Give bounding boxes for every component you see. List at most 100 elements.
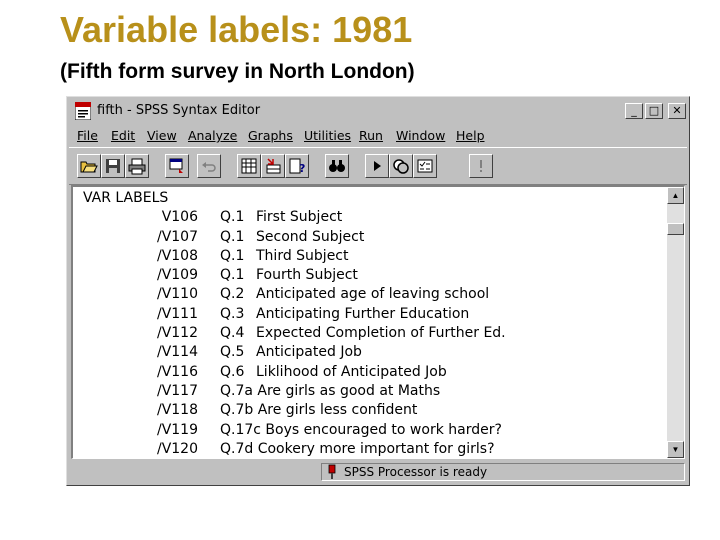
goto-data-icon <box>241 158 257 174</box>
question-number: Q.1 <box>220 209 245 226</box>
syntax-line: /V116 Q.6 Liklihood of Anticipated Job <box>83 363 447 382</box>
syntax-line: /V108 Q.1 Third Subject <box>83 247 349 266</box>
run-icon <box>374 161 381 171</box>
menu-help[interactable]: Help <box>456 128 485 143</box>
slide-title: Variable labels: 1981 <box>60 9 413 50</box>
question-number: Q.3 <box>220 305 245 322</box>
toolbar: ? <box>69 147 687 185</box>
variable-label: Q.7b Are girls less confident <box>220 402 418 419</box>
menu-edit[interactable]: Edit <box>111 128 135 143</box>
variable-label: Q.17c Boys encouraged to work harder? <box>220 421 502 438</box>
undo-button[interactable] <box>197 154 221 178</box>
variable-name: /V116 <box>156 363 198 380</box>
status-pane: SPSS Processor is ready <box>321 463 685 481</box>
minimize-button[interactable]: _ <box>625 103 643 119</box>
syntax-line: /V111 Q.3 Anticipating Further Education <box>83 305 469 324</box>
variable-name: /V119 <box>156 421 198 438</box>
variable-label: Second Subject <box>256 228 365 245</box>
menu-analyze[interactable]: Analyze <box>188 128 237 143</box>
variable-name: V106 <box>161 209 198 226</box>
menu-file[interactable]: File <box>77 128 98 143</box>
syntax-line: /V110 Q.2 Anticipated age of leaving schoo… <box>83 285 489 304</box>
syntax-line: /V114 Q.5 Anticipated Job <box>83 343 362 362</box>
syntax-text: VAR LABELS V106 Q.1 First Subject/V107 Q.1 S… <box>83 189 506 458</box>
menu-bar: File Edit View Analyze Graphs Utilities … <box>69 125 687 147</box>
syntax-line: /V107 Q.1 Second Subject <box>83 228 364 247</box>
question-number: Q.5 <box>220 344 245 361</box>
question-number: Q.4 <box>220 325 245 342</box>
question-number: Q.1 <box>220 228 245 245</box>
syntax-line: /V117 Q.7a Are girls as good at Maths <box>83 382 440 401</box>
variable-label: Expected Completion of Further Ed. <box>256 325 506 342</box>
find-button[interactable] <box>325 154 349 178</box>
variable-name: /V108 <box>156 247 198 264</box>
processor-status-icon <box>328 464 336 479</box>
scroll-thumb[interactable] <box>667 223 684 235</box>
print-button[interactable] <box>125 154 149 178</box>
scroll-up-button[interactable]: ▲ <box>667 187 684 204</box>
variable-name: /V118 <box>156 402 198 419</box>
syntax-line: V106 Q.1 First Subject <box>83 208 343 227</box>
vertical-scrollbar[interactable]: ▲ ▼ <box>667 187 684 458</box>
syntax-line: /V112 Q.4 Expected Completion of Further E… <box>83 324 506 343</box>
syntax-editor[interactable]: VAR LABELS V106 Q.1 First Subject/V107 Q.1 S… <box>71 185 685 459</box>
goto-data-button[interactable] <box>237 154 261 178</box>
open-button[interactable] <box>77 154 101 178</box>
svg-text:?: ? <box>299 162 305 175</box>
dialog-recall-button[interactable] <box>165 154 189 178</box>
open-icon <box>80 161 98 173</box>
run-button[interactable] <box>365 154 389 178</box>
question-number: Q.1 <box>220 267 245 284</box>
goto-case-button[interactable] <box>261 154 285 178</box>
find-icon <box>329 160 345 172</box>
save-button[interactable] <box>101 154 125 178</box>
select-cases-icon <box>417 159 433 173</box>
menu-graphs[interactable]: Graphs <box>248 128 293 143</box>
goto-case-icon <box>266 158 281 174</box>
status-text: SPSS Processor is ready <box>344 465 488 479</box>
variable-label: Liklihood of Anticipated Job <box>256 363 447 380</box>
close-button[interactable]: ✕ <box>668 103 686 119</box>
variable-name: /V107 <box>156 228 198 245</box>
variable-label: Q.7d Cookery more important for girls? <box>220 440 495 457</box>
help-button[interactable] <box>469 154 493 178</box>
variable-label: Q.7a Are girls as good at Maths <box>220 382 441 399</box>
variable-label: Fourth Subject <box>256 267 358 284</box>
select-cases-button[interactable] <box>413 154 437 178</box>
print-icon <box>128 158 146 175</box>
menu-window[interactable]: Window <box>396 128 445 143</box>
question-number: Q.1 <box>220 247 245 264</box>
variable-label: First Subject <box>256 209 343 226</box>
variable-name: /V110 <box>156 286 198 303</box>
question-number: Q.6 <box>220 363 245 380</box>
use-sets-button[interactable] <box>389 154 413 178</box>
help-icon <box>480 160 482 172</box>
syntax-line: /V118 Q.7b Are girls less confident <box>83 401 417 420</box>
use-sets-icon <box>393 159 409 174</box>
question-number: Q.2 <box>220 286 245 303</box>
variable-name: /V114 <box>156 344 198 361</box>
menu-run[interactable]: Run <box>359 128 383 143</box>
variables-button[interactable]: ? <box>285 154 309 178</box>
window-title: fifth - SPSS Syntax Editor <box>97 103 261 118</box>
variable-label: Anticipated age of leaving school <box>256 286 490 303</box>
syntax-line: /V120 Q.7d Cookery more important for gir… <box>83 440 495 458</box>
status-bar: SPSS Processor is ready <box>69 461 687 483</box>
syntax-line: /V109 Q.1 Fourth Subject <box>83 266 358 285</box>
scroll-down-button[interactable]: ▼ <box>667 441 684 458</box>
maximize-button[interactable]: □ <box>645 103 663 119</box>
variable-name: /V109 <box>156 267 198 284</box>
variables-icon: ? <box>289 158 305 175</box>
dialog-recall-icon <box>169 158 183 173</box>
slide-subtitle: (Fifth form survey in North London) <box>60 60 415 83</box>
variable-label: Anticipated Job <box>256 344 362 361</box>
variable-name: /V117 <box>156 382 198 399</box>
menu-view[interactable]: View <box>147 128 177 143</box>
menu-utilities[interactable]: Utilities <box>304 128 351 143</box>
var-labels-command: VAR LABELS <box>83 190 169 206</box>
spss-syntax-editor-window: fifth - SPSS Syntax Editor _ □ ✕ File Ed… <box>66 96 690 486</box>
variable-name: /V111 <box>156 305 198 322</box>
window-titlebar[interactable]: fifth - SPSS Syntax Editor _ □ ✕ <box>69 99 687 125</box>
syntax-line: /V119 Q.17c Boys encouraged to work harde… <box>83 421 502 440</box>
variable-name: /V112 <box>156 325 198 342</box>
